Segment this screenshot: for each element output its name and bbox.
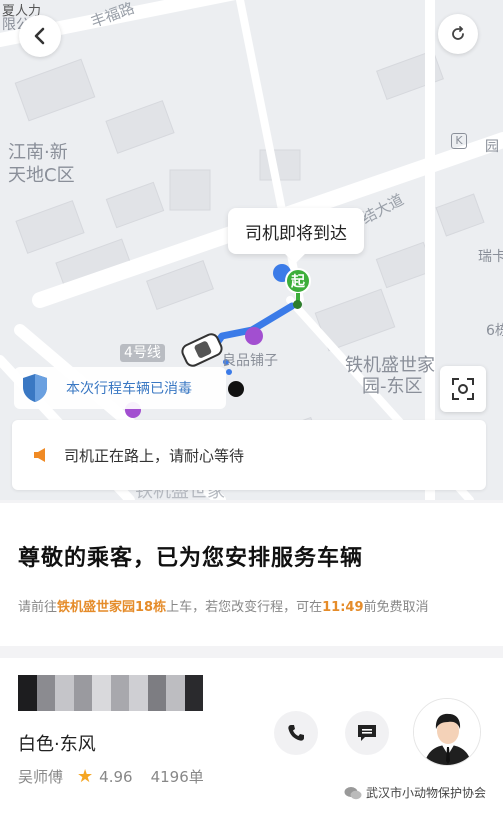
map-label-district-1: 江南·新 — [8, 142, 68, 163]
disinfected-text: 本次行程车辆已消毒 — [66, 381, 192, 397]
start-pin-dot — [293, 300, 302, 309]
driver-avatar-image — [414, 699, 480, 765]
cancel-time: 11:49 — [322, 600, 364, 615]
map-label-district-2: 天地C区 — [8, 165, 75, 186]
driver-arriving-text: 司机即将到达 — [245, 223, 347, 244]
map-label-community-2: 园-东区 — [362, 376, 423, 397]
pickup-prefix: 请前往 — [18, 600, 58, 615]
start-pin: 起 — [285, 268, 311, 294]
speaker-icon — [34, 448, 45, 462]
locate-button[interactable] — [440, 366, 486, 412]
call-button[interactable] — [274, 711, 318, 755]
map-label-edge-top: 园 — [485, 139, 499, 155]
driver-arriving-bubble: 司机即将到达 — [228, 208, 364, 254]
watermark: 武汉市小动物保护协会 — [344, 784, 486, 801]
car-model: 白色·东风 — [18, 734, 96, 755]
refresh-icon — [452, 26, 464, 40]
service-card: 尊敬的乘客，已为您安排服务车辆 请前往铁机盛世家园18栋上车，若您改变行程，可在… — [0, 503, 503, 646]
driver-name: 吴师傅 — [18, 768, 64, 786]
license-plate-blurred — [18, 675, 203, 711]
wechat-icon — [344, 786, 362, 799]
shield-icon — [23, 374, 47, 402]
map-label-edge-mid: 瑞卡 — [478, 249, 503, 265]
watermark-text: 武汉市小动物保护协会 — [366, 786, 487, 800]
map-label-shop: 良品铺子 — [222, 353, 278, 369]
map-label-metro-line: 4号线 — [120, 344, 165, 362]
car-position-dot — [228, 381, 244, 397]
star-icon: ★ — [77, 766, 94, 787]
message-button[interactable] — [345, 711, 389, 755]
refresh-button[interactable] — [438, 14, 478, 54]
phone-icon — [288, 725, 304, 741]
driver-avatar[interactable] — [413, 698, 481, 766]
map-view[interactable]: 夏人力 限公 丰福路 江南·新 天地C区 结大道 4号线 良品铺子 铁机盛世家 … — [0, 0, 503, 500]
metro-station-icon: K — [451, 133, 467, 149]
back-button[interactable] — [19, 15, 61, 57]
driver-orders: 4196单 — [150, 768, 204, 786]
disinfected-banner[interactable]: 本次行程车辆已消毒 — [14, 367, 226, 409]
driver-meta: 吴师傅 ★ 4.96 4196单 — [18, 766, 204, 787]
pickup-instruction: 请前往铁机盛世家园18栋上车，若您改变行程，可在11:49前免费取消 — [18, 596, 429, 615]
pickup-suffix: 前免费取消 — [363, 600, 429, 615]
map-label-community-1: 铁机盛世家 — [345, 355, 435, 376]
message-icon — [358, 725, 376, 741]
driver-rating: 4.96 — [99, 767, 133, 786]
driver-status-notice: 司机正在路上，请耐心等待 — [12, 420, 486, 490]
driver-status-text: 司机正在路上，请耐心等待 — [64, 446, 245, 465]
chevron-left-icon — [34, 27, 45, 45]
pickup-location[interactable]: 铁机盛世家园18栋 — [57, 600, 166, 615]
start-pin-label: 起 — [291, 274, 305, 290]
locate-icon — [452, 378, 474, 400]
pickup-middle: 上车，若您改变行程，可在 — [166, 600, 323, 615]
service-title: 尊敬的乘客，已为您安排服务车辆 — [18, 546, 364, 571]
map-label-edge-low: 6栋 — [486, 323, 503, 339]
